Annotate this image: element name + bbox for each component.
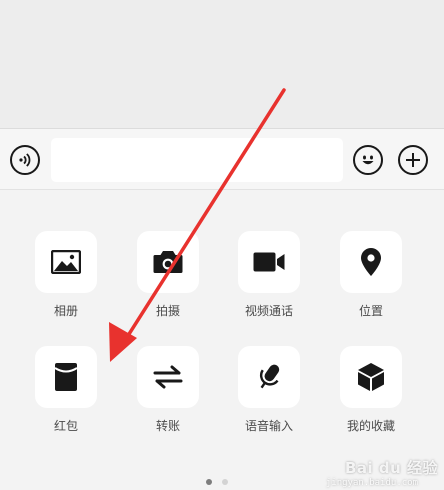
plus-icon [406, 153, 420, 167]
function-favorites[interactable]: 我的收藏 [331, 346, 411, 446]
voice-wave-icon [19, 153, 31, 167]
function-location-label: 位置 [358, 304, 383, 318]
function-transfer-label: 转账 [155, 419, 180, 433]
page-dot-2[interactable] [222, 479, 228, 485]
video-call-icon [253, 252, 285, 272]
function-red-packet-box[interactable] [35, 346, 97, 408]
function-voice-input[interactable]: 语音输入 [229, 346, 309, 446]
function-favorites-label: 我的收藏 [346, 419, 395, 433]
function-camera-label: 拍摄 [155, 304, 180, 318]
function-voice-input-box[interactable] [238, 346, 300, 408]
function-album-box[interactable] [35, 231, 97, 293]
transfer-icon [153, 365, 183, 389]
voice-toggle-button[interactable] [10, 145, 40, 175]
function-camera[interactable]: 拍摄 [128, 231, 208, 331]
favorites-box-icon [358, 363, 384, 391]
message-text-input[interactable] [51, 138, 343, 182]
function-favorites-box[interactable] [340, 346, 402, 408]
function-album-label: 相册 [53, 304, 78, 318]
baidu-watermark-text: Bai du 经验 [344, 459, 438, 477]
baidu-watermark-url: jingyan.baidu.com [325, 478, 418, 488]
function-transfer-box[interactable] [137, 346, 199, 408]
emoji-button[interactable] [353, 145, 383, 175]
emoji-smile-icon [362, 155, 374, 165]
microphone-icon [259, 364, 280, 389]
photo-album-icon [51, 250, 81, 274]
page-indicator [206, 479, 228, 485]
function-video-call-box[interactable] [238, 231, 300, 293]
more-plus-button[interactable] [398, 145, 428, 175]
function-album[interactable]: 相册 [26, 231, 106, 331]
location-pin-icon [361, 248, 381, 276]
function-video-call-label: 视频通话 [244, 304, 293, 318]
baidu-watermark: Bai du 经验 [345, 457, 438, 478]
page-dot-1[interactable] [206, 479, 212, 485]
function-camera-box[interactable] [137, 231, 199, 293]
function-location[interactable]: 位置 [331, 231, 411, 331]
function-transfer[interactable]: 转账 [128, 346, 208, 446]
function-video-call[interactable]: 视频通话 [229, 231, 309, 331]
red-packet-icon [54, 363, 78, 391]
function-red-packet-label: 红包 [53, 419, 78, 433]
chat-message-area [0, 0, 444, 128]
camera-icon [153, 251, 183, 273]
function-red-packet[interactable]: 红包 [26, 346, 106, 446]
chat-input-bar [0, 128, 444, 190]
function-voice-input-label: 语音输入 [244, 419, 293, 433]
function-location-box[interactable] [340, 231, 402, 293]
